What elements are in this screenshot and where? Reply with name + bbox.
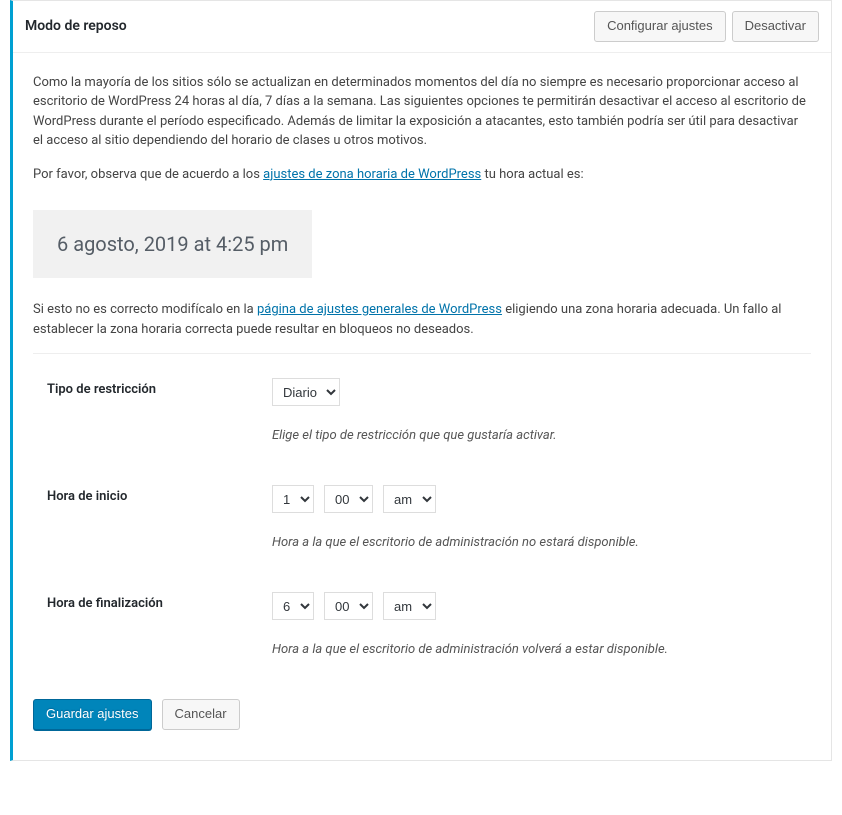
divider [33, 353, 811, 354]
save-button[interactable]: Guardar ajustes [33, 699, 152, 730]
configure-settings-button[interactable]: Configurar ajustes [594, 11, 726, 42]
panel-title: Modo de reposo [25, 18, 127, 34]
deactivate-button[interactable]: Desactivar [732, 11, 819, 42]
start-hour-select[interactable]: 1 [272, 485, 314, 513]
general-settings-link[interactable]: página de ajustes generales de WordPress [257, 302, 502, 317]
start-time-label: Hora de inicio [47, 485, 272, 504]
start-minute-select[interactable]: 00 [324, 485, 373, 513]
intro-p3-before: Si esto no es correcto modifícalo en la [33, 302, 257, 317]
end-ampm-select[interactable]: am [383, 592, 436, 620]
intro-p2-after: tu hora actual es: [481, 167, 583, 182]
intro-paragraph-3: Si esto no es correcto modifícalo en la … [33, 300, 811, 339]
timezone-settings-link[interactable]: ajustes de zona horaria de WordPress [263, 167, 481, 182]
restriction-type-select[interactable]: Diario [272, 378, 340, 406]
restriction-type-help: Elige el tipo de restricción que que gus… [272, 428, 811, 443]
panel-header: Modo de reposo Configurar ajustes Desact… [13, 1, 831, 53]
restriction-type-label: Tipo de restricción [47, 378, 272, 397]
cancel-button[interactable]: Cancelar [162, 699, 240, 730]
end-time-label: Hora de finalización [47, 592, 272, 611]
intro-paragraph-1: Como la mayoría de los sitios sólo se ac… [33, 73, 811, 151]
intro-paragraph-2: Por favor, observa que de acuerdo a los … [33, 165, 811, 185]
start-ampm-select[interactable]: am [383, 485, 436, 513]
current-time-box: 6 agosto, 2019 at 4:25 pm [33, 210, 312, 278]
end-hour-select[interactable]: 6 [272, 592, 314, 620]
start-time-help: Hora a la que el escritorio de administr… [272, 535, 811, 550]
end-minute-select[interactable]: 00 [324, 592, 373, 620]
end-time-help: Hora a la que el escritorio de administr… [272, 642, 811, 657]
intro-p2-before: Por favor, observa que de acuerdo a los [33, 167, 263, 182]
